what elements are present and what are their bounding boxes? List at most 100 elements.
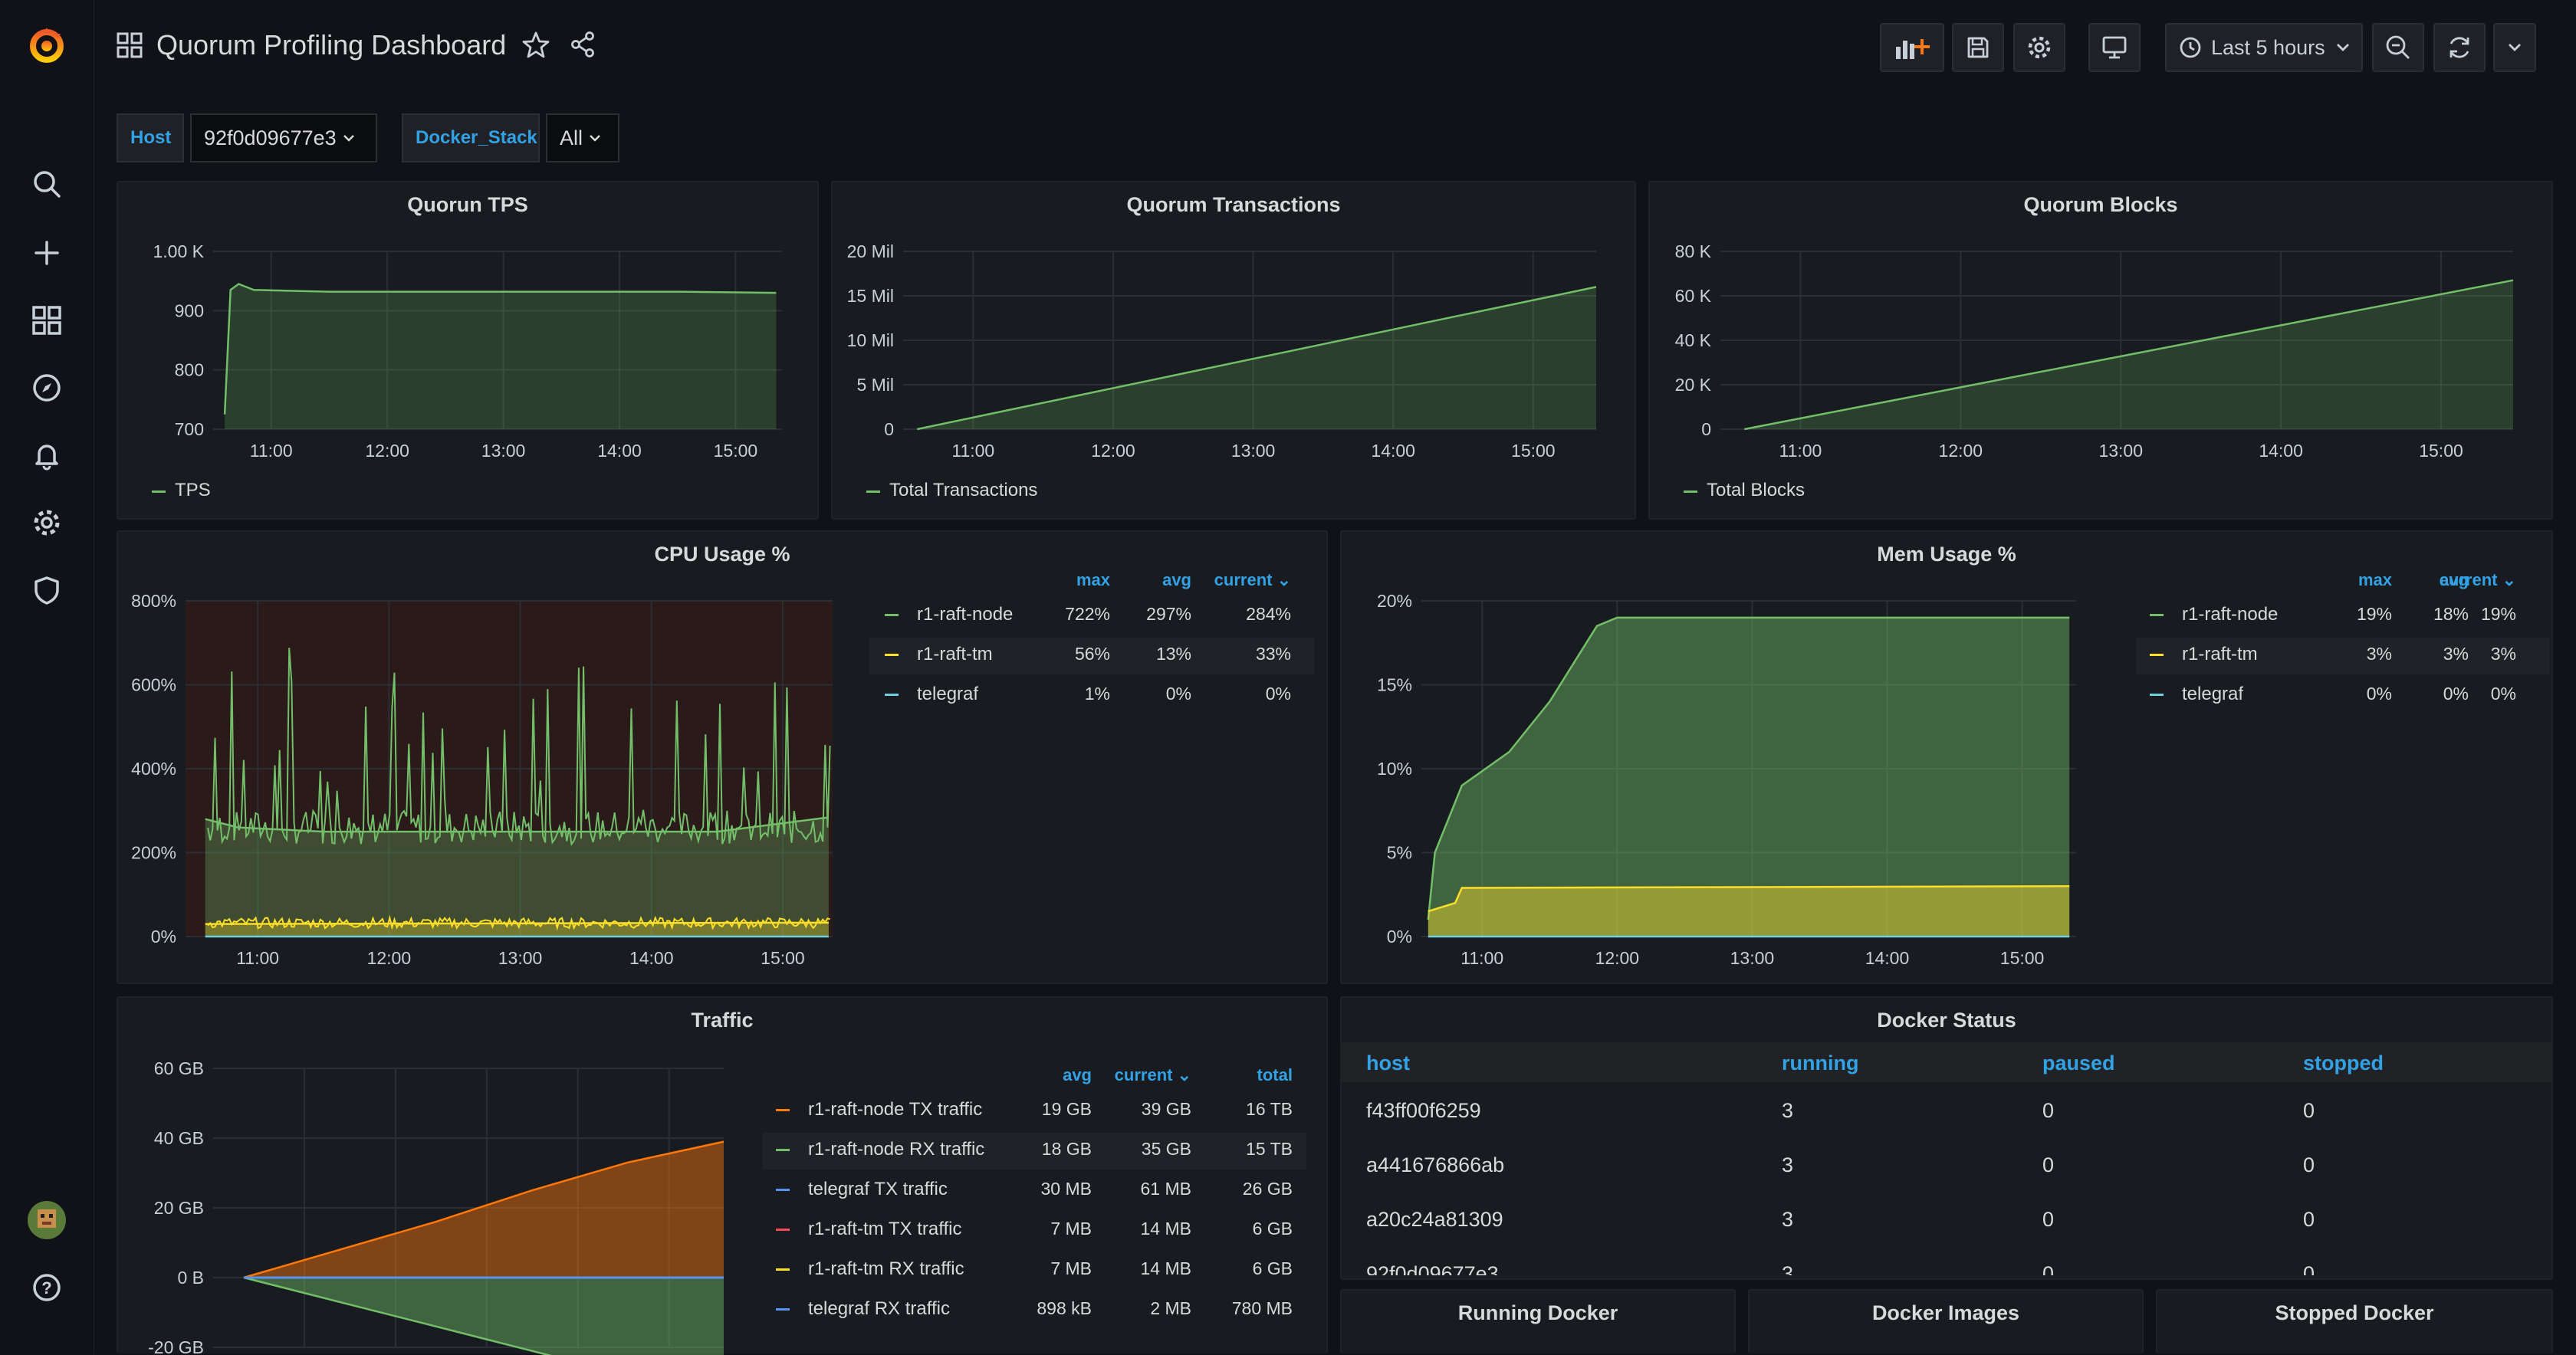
panel-title[interactable]: Docker Images xyxy=(1750,1301,2142,1325)
y-tick-label: 20% xyxy=(1377,591,1412,611)
page-title[interactable]: Quorum Profiling Dashboard xyxy=(156,29,506,61)
x-tick-label: 11:00 xyxy=(250,441,293,461)
y-tick-label: 40 K xyxy=(1675,330,1712,350)
zoom-out-button[interactable] xyxy=(2372,23,2424,72)
series-area xyxy=(244,1278,724,1355)
table-cell-running: 3 xyxy=(1782,1262,1794,1275)
save-icon xyxy=(1967,37,1989,58)
refresh-button[interactable] xyxy=(2433,23,2486,72)
y-tick-label: 800 xyxy=(175,360,204,380)
x-tick-label: 12:00 xyxy=(1091,441,1135,461)
x-tick-label: 13:00 xyxy=(2098,441,2143,461)
help-icon[interactable]: ? xyxy=(24,1265,70,1311)
x-tick-label: 12:00 xyxy=(1939,441,1983,461)
y-tick-label: 600% xyxy=(131,675,176,695)
refresh-interval-button[interactable] xyxy=(2493,23,2536,72)
top-bar: Quorum Profiling Dashboard Last 5 hours xyxy=(94,0,2576,94)
column-header-running[interactable]: running xyxy=(1782,1052,1858,1075)
legend-item-total-blocks[interactable]: Total Blocks xyxy=(1707,480,1805,501)
legend-value-current: 35 GB xyxy=(1141,1139,1191,1159)
time-range-picker[interactable]: Last 5 hours xyxy=(2165,23,2363,72)
chevron-down-icon xyxy=(2509,44,2521,51)
legend-item-name[interactable]: r1-raft-node RX traffic xyxy=(808,1139,984,1160)
host-variable-select[interactable]: 92f0d09677e3 xyxy=(190,113,377,162)
legend-header-current[interactable]: current ⌄ xyxy=(1099,1065,1191,1085)
legend-item-name[interactable]: telegraf xyxy=(2182,684,2243,705)
y-tick-label: 1.00 K xyxy=(153,241,205,261)
legend-swatch xyxy=(776,1229,790,1231)
y-tick-label: 5% xyxy=(1387,843,1412,863)
legend-swatch xyxy=(776,1268,790,1271)
legend-item-tps[interactable]: TPS xyxy=(175,480,211,501)
legend-item-name[interactable]: r1-raft-node xyxy=(917,604,1013,625)
legend-item-name[interactable]: r1-raft-tm RX traffic xyxy=(808,1258,964,1280)
legend-header-max[interactable]: max xyxy=(1018,570,1110,590)
series-area xyxy=(1428,886,2070,937)
clock-icon xyxy=(2180,37,2201,58)
y-tick-label: 40 GB xyxy=(154,1128,204,1148)
tv-mode-button[interactable] xyxy=(2088,23,2141,72)
legend-header-avg[interactable]: avg xyxy=(1000,1065,1092,1085)
docker-stack-variable-label: Docker_Stack xyxy=(402,113,540,162)
save-dashboard-button[interactable] xyxy=(1952,23,2004,72)
y-tick-label: 0% xyxy=(1387,927,1412,947)
legend-item-name[interactable]: telegraf TX traffic xyxy=(808,1179,948,1200)
legend-value-avg: 7 MB xyxy=(1050,1219,1092,1239)
configuration-icon[interactable] xyxy=(24,500,70,546)
legend-header-total[interactable]: total xyxy=(1201,1065,1293,1085)
panel-quorum-blocks: Quorum Blocks 0 20 K 40 K 60 K 80 K 11:00 12:0… xyxy=(1648,181,2553,520)
docker-stack-variable-select[interactable]: All xyxy=(546,113,619,162)
grafana-logo-icon[interactable] xyxy=(24,21,70,67)
legend-item-name[interactable]: r1-raft-tm xyxy=(2182,644,2258,665)
y-tick-label: 80 K xyxy=(1675,241,1712,261)
add-panel-button[interactable] xyxy=(1880,23,1944,72)
x-tick-label: 14:00 xyxy=(1865,948,1910,968)
legend-header-current[interactable]: current ⌄ xyxy=(1199,570,1291,590)
chevron-down-icon xyxy=(343,135,354,142)
y-tick-label: 10 Mil xyxy=(847,330,894,350)
column-header-paused[interactable]: paused xyxy=(2042,1052,2115,1075)
alerting-icon[interactable] xyxy=(24,432,70,478)
x-tick-label: 12:00 xyxy=(1595,948,1640,968)
legend-swatch xyxy=(885,694,899,696)
legend-item-total-transactions[interactable]: Total Transactions xyxy=(889,480,1037,501)
svg-text:?: ? xyxy=(41,1278,51,1298)
share-icon[interactable] xyxy=(569,31,596,62)
x-tick-label: 15:00 xyxy=(761,948,805,968)
panel-stopped-docker: Stopped Docker xyxy=(2156,1289,2553,1353)
table-cell-paused: 0 xyxy=(2042,1099,2055,1122)
legend-item-name[interactable]: telegraf xyxy=(917,684,978,705)
legend-header-current[interactable]: current ⌄ xyxy=(2424,570,2516,590)
avatar[interactable] xyxy=(24,1197,70,1243)
legend-value-current: 14 MB xyxy=(1140,1258,1191,1278)
table-cell-running: 3 xyxy=(1782,1153,1794,1176)
star-icon[interactable] xyxy=(521,31,550,64)
legend-value-total: 15 TB xyxy=(1246,1139,1293,1159)
panel-title[interactable]: Docker Status xyxy=(1342,1009,2551,1032)
table-body[interactable]: f43ff00f6259 3 0 0 a441676866ab 3 0 0 a20c24a813… xyxy=(1342,1084,2551,1275)
dashboards-icon[interactable] xyxy=(24,297,70,343)
legend-item-name[interactable]: r1-raft-tm xyxy=(917,644,993,665)
legend-header-avg[interactable]: avg xyxy=(1099,570,1191,590)
column-header-stopped[interactable]: stopped xyxy=(2303,1052,2384,1075)
legend-item-name[interactable]: telegraf RX traffic xyxy=(808,1298,950,1320)
plus-icon[interactable] xyxy=(24,230,70,276)
panel-title[interactable]: Stopped Docker xyxy=(2157,1301,2551,1325)
x-tick-label: 13:00 xyxy=(1231,441,1276,461)
y-tick-label: 20 Mil xyxy=(847,241,894,261)
x-tick-label: 11:00 xyxy=(1779,441,1822,461)
x-tick-label: 11:00 xyxy=(1460,948,1503,968)
legend-value-current: 0% xyxy=(2490,684,2516,704)
legend-value-current: 19% xyxy=(2480,604,2516,624)
dashboard-settings-button[interactable] xyxy=(2013,23,2065,72)
legend-item-name[interactable]: r1-raft-tm TX traffic xyxy=(808,1219,961,1240)
legend-item-name[interactable]: r1-raft-node xyxy=(2182,604,2278,625)
legend-value-current: 284% xyxy=(1246,604,1291,624)
column-header-host[interactable]: host xyxy=(1366,1052,1410,1075)
shield-icon[interactable] xyxy=(24,567,70,613)
legend-item-name[interactable]: r1-raft-node TX traffic xyxy=(808,1099,982,1120)
explore-icon[interactable] xyxy=(24,365,70,411)
panel-title[interactable]: Running Docker xyxy=(1342,1301,1734,1325)
search-icon[interactable] xyxy=(24,161,70,207)
table-cell-running: 3 xyxy=(1782,1099,1794,1122)
